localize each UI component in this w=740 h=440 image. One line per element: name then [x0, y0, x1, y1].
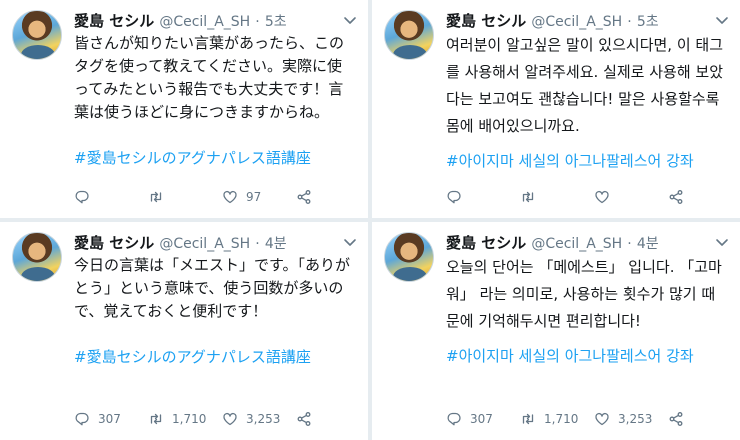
chevron-down-icon[interactable]	[714, 234, 730, 250]
tweet-header: 愛島 セシル @Cecil_A_SH · 5초	[74, 10, 358, 32]
retweet-button[interactable]	[148, 189, 222, 205]
reply-count: 307	[98, 412, 121, 426]
reply-icon	[447, 190, 461, 204]
heart-icon	[223, 190, 237, 204]
retweet-count: 1,710	[172, 412, 207, 426]
display-name[interactable]: 愛島 セシル	[74, 12, 154, 30]
avatar-shoulder	[393, 267, 427, 281]
tweet-grid: 愛島 セシル @Cecil_A_SH · 5초 皆さんが知りたい言葉があったら、…	[0, 0, 740, 440]
reply-button[interactable]	[446, 189, 520, 205]
separator-dot: ·	[627, 14, 632, 30]
user-handle[interactable]: @Cecil_A_SH	[531, 14, 622, 30]
share-button[interactable]	[668, 189, 692, 205]
like-count: 97	[246, 190, 262, 204]
timestamp[interactable]: 5초	[265, 14, 287, 30]
timestamp[interactable]: 4분	[265, 236, 287, 252]
action-bar	[446, 188, 726, 206]
reply-count: 307	[470, 412, 493, 426]
tweet-body: 皆さんが知りたい言葉があったら、このタグを使って教えてください。実際に使ってみた…	[74, 32, 354, 170]
like-button[interactable]: 97	[222, 189, 296, 205]
chevron-down-icon[interactable]	[714, 12, 730, 28]
retweet-icon	[522, 413, 534, 425]
tweet-card[interactable]: 愛島 セシル @Cecil_A_SH · 5초 여러분이 알고싶은 말이 있으시…	[372, 0, 740, 218]
share-icon	[297, 412, 311, 426]
reply-button[interactable]: 307	[446, 411, 520, 427]
reply-button[interactable]: 307	[74, 411, 148, 427]
hashtag-link[interactable]: #愛島セシルのアグナパレス語講座	[74, 346, 354, 369]
action-bar: 307 1,710 3,253	[74, 410, 354, 428]
like-button[interactable]: 3,253	[594, 411, 668, 427]
tweet-text: 今日の言葉は「メエスト」です。「ありがとう」という意味で、使う回数が多いので、覚…	[74, 256, 351, 320]
share-icon	[297, 190, 311, 204]
tweet-header: 愛島 セシル @Cecil_A_SH · 4분	[74, 232, 358, 254]
tweet-body: 今日の言葉は「メエスト」です。「ありがとう」という意味で、使う回数が多いので、覚…	[74, 254, 354, 369]
hashtag-link[interactable]: #愛島セシルのアグナパレス語講座	[74, 147, 354, 170]
reply-button[interactable]	[74, 189, 148, 205]
retweet-icon	[150, 191, 162, 203]
display-name[interactable]: 愛島 セシル	[74, 234, 154, 252]
share-button[interactable]	[296, 189, 320, 205]
separator-dot: ·	[255, 236, 260, 252]
reply-icon	[75, 412, 89, 426]
separator-dot: ·	[627, 236, 632, 252]
like-button[interactable]	[594, 189, 668, 205]
tweet-text: 여러분이 알고싶은 말이 있으시다면, 이 태그를 사용해서 알려주세요. 실제…	[446, 36, 725, 135]
tweet-card[interactable]: 愛島 セシル @Cecil_A_SH · 5초 皆さんが知りたい言葉があったら、…	[0, 0, 368, 218]
avatar-shoulder	[21, 45, 55, 59]
tweet-text: 皆さんが知りたい言葉があったら、このタグを使って教えてください。実際に使ってみた…	[74, 34, 345, 121]
heart-icon	[595, 412, 609, 426]
tweet-body: 오늘의 단어는 「메에스트」 입니다. 「고마워」 라는 의미로, 사용하는 횟…	[446, 254, 726, 370]
retweet-icon	[150, 413, 162, 425]
share-button[interactable]	[668, 411, 692, 427]
share-icon	[669, 412, 683, 426]
tweet-card[interactable]: 愛島 セシル @Cecil_A_SH · 4분 今日の言葉は「メエスト」です。「…	[0, 222, 368, 440]
tweet-header: 愛島 セシル @Cecil_A_SH · 5초	[446, 10, 730, 32]
action-bar: 97	[74, 188, 354, 206]
share-icon	[669, 190, 683, 204]
separator-dot: ·	[255, 14, 260, 30]
timestamp[interactable]: 4분	[637, 236, 659, 252]
avatar[interactable]	[384, 232, 434, 282]
user-handle[interactable]: @Cecil_A_SH	[159, 236, 250, 252]
tweet-text: 오늘의 단어는 「메에스트」 입니다. 「고마워」 라는 의미로, 사용하는 횟…	[446, 258, 722, 330]
retweet-button[interactable]: 1,710	[148, 411, 222, 427]
chevron-down-icon[interactable]	[342, 12, 358, 28]
like-count: 3,253	[618, 412, 653, 426]
like-count: 3,253	[246, 412, 281, 426]
avatar[interactable]	[12, 10, 62, 60]
avatar[interactable]	[384, 10, 434, 60]
hashtag-link[interactable]: #아이지마 세실의 아그나팔레스어 강좌	[446, 343, 726, 370]
hashtag-link[interactable]: #아이지마 세실의 아그나팔레스어 강좌	[446, 148, 726, 175]
retweet-icon	[522, 191, 534, 203]
reply-icon	[75, 190, 89, 204]
tweet-body: 여러분이 알고싶은 말이 있으시다면, 이 태그를 사용해서 알려주세요. 실제…	[446, 32, 726, 175]
share-button[interactable]	[296, 411, 320, 427]
retweet-count: 1,710	[544, 412, 579, 426]
action-bar: 307 1,710 3,253	[446, 410, 726, 428]
heart-icon	[223, 412, 237, 426]
heart-icon	[595, 190, 609, 204]
tweet-header: 愛島 セシル @Cecil_A_SH · 4분	[446, 232, 730, 254]
timestamp[interactable]: 5초	[637, 14, 659, 30]
retweet-button[interactable]	[520, 189, 594, 205]
display-name[interactable]: 愛島 セシル	[446, 234, 526, 252]
avatar-shoulder	[393, 45, 427, 59]
like-button[interactable]: 3,253	[222, 411, 296, 427]
tweet-card[interactable]: 愛島 セシル @Cecil_A_SH · 4분 오늘의 단어는 「메에스트」 입…	[372, 222, 740, 440]
reply-icon	[447, 412, 461, 426]
avatar[interactable]	[12, 232, 62, 282]
display-name[interactable]: 愛島 セシル	[446, 12, 526, 30]
chevron-down-icon[interactable]	[342, 234, 358, 250]
user-handle[interactable]: @Cecil_A_SH	[531, 236, 622, 252]
user-handle[interactable]: @Cecil_A_SH	[159, 14, 250, 30]
retweet-button[interactable]: 1,710	[520, 411, 594, 427]
avatar-shoulder	[21, 267, 55, 281]
